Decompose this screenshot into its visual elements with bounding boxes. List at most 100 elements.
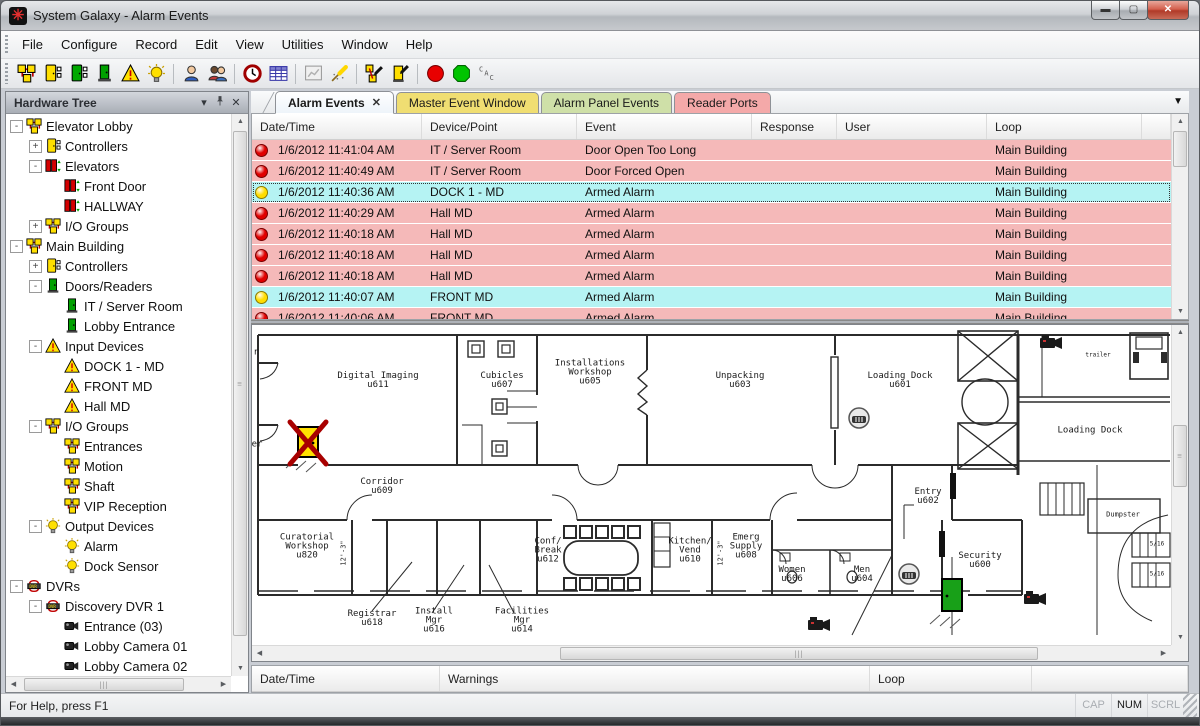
smoke-detector-icon[interactable] (849, 408, 869, 428)
collapse-toggle[interactable]: - (29, 280, 42, 293)
column-header-event[interactable]: Event (577, 114, 752, 139)
panel-menu-chevron-icon[interactable]: ▾ (196, 95, 212, 111)
event-row[interactable]: 1/6/2012 11:41:04 AMIT / Server RoomDoor… (252, 140, 1171, 161)
alarm-door-icon[interactable] (286, 422, 326, 472)
collapse-toggle[interactable]: - (29, 420, 42, 433)
column-header-date-time[interactable]: Date/Time (252, 114, 422, 139)
panel-close-icon[interactable]: ✕ (228, 95, 244, 111)
tree-item[interactable]: +Controllers (6, 136, 231, 156)
tree-item[interactable]: -Main Building (6, 236, 231, 256)
panel-pin-icon[interactable] (212, 95, 228, 111)
tree-item[interactable]: IT / Server Room (6, 296, 231, 316)
sweep-button[interactable] (326, 62, 352, 86)
loop-edit-button[interactable] (361, 62, 387, 86)
tree-item[interactable]: -Input Devices (6, 336, 231, 356)
truck-icon[interactable] (1130, 333, 1168, 379)
smoke-detector-icon[interactable] (899, 564, 919, 584)
tree-item[interactable]: -DVRDVRs (6, 576, 231, 596)
tree-scroll-thumb[interactable]: ≡ (233, 131, 247, 636)
tree-item[interactable]: +Controllers (6, 256, 231, 276)
menu-record[interactable]: Record (126, 33, 186, 56)
menu-window[interactable]: Window (333, 33, 397, 56)
floorplan-vertical-scrollbar[interactable]: ▲ ≡ ▼ (1171, 325, 1188, 645)
secure-door-icon[interactable] (930, 579, 962, 628)
tree-item[interactable]: Lobby Camera 01 (6, 636, 231, 656)
door-reader-button[interactable] (91, 62, 117, 86)
tree-item[interactable]: -Output Devices (6, 516, 231, 536)
alarm-start-green-button[interactable] (448, 62, 474, 86)
camera-icon[interactable] (1040, 335, 1062, 349)
camera-icon[interactable] (1024, 591, 1046, 605)
collapse-toggle[interactable]: - (10, 240, 23, 253)
event-row[interactable]: 1/6/2012 11:40:18 AMHall MDArmed AlarmMa… (252, 245, 1171, 266)
minimize-button[interactable]: ▬ (1091, 1, 1120, 20)
scroll-down-icon[interactable]: ▼ (1172, 630, 1189, 645)
column-header-response[interactable]: Response (752, 114, 837, 139)
event-row[interactable]: 1/6/2012 11:40:18 AMHall MDArmed AlarmMa… (252, 266, 1171, 287)
scroll-right-icon[interactable]: ▶ (1156, 646, 1171, 661)
alarm-stop-red-button[interactable] (422, 62, 448, 86)
controller-green-button[interactable] (65, 62, 91, 86)
tree-item[interactable]: DOCK 1 - MD (6, 356, 231, 376)
menu-file[interactable]: File (13, 33, 52, 56)
menu-configure[interactable]: Configure (52, 33, 126, 56)
event-row[interactable]: 1/6/2012 11:40:07 AMFRONT MDArmed AlarmM… (252, 287, 1171, 308)
scroll-left-icon[interactable]: ◀ (6, 677, 21, 692)
tab-list-dropdown-icon[interactable]: ▼ (1173, 96, 1183, 107)
scroll-up-icon[interactable]: ▲ (232, 114, 249, 129)
tree-item[interactable]: -Doors/Readers (6, 276, 231, 296)
cac-badge-button[interactable]: CAC (474, 62, 500, 86)
operators-button[interactable] (204, 62, 230, 86)
tree-item[interactable]: Lobby Entrance (6, 316, 231, 336)
tab-alarm-events[interactable]: Alarm Events✕ (275, 91, 394, 114)
menu-utilities[interactable]: Utilities (273, 33, 333, 56)
warnings-column-warnings[interactable]: Warnings (440, 666, 870, 691)
tab-close-icon[interactable]: ✕ (372, 96, 381, 109)
tree-item[interactable]: VIP Reception (6, 496, 231, 516)
tree-horizontal-scrollbar[interactable]: ◀ ||| ▶ (6, 676, 231, 692)
event-row[interactable]: 1/6/2012 11:40:18 AMHall MDArmed AlarmMa… (252, 224, 1171, 245)
tree-item[interactable]: Motion (6, 456, 231, 476)
report-disabled-button[interactable] (300, 62, 326, 86)
tree-item[interactable]: FRONT MD (6, 376, 231, 396)
tab-master-event-window[interactable]: Master Event Window (396, 92, 539, 113)
event-row[interactable]: 1/6/2012 11:40:29 AMHall MDArmed AlarmMa… (252, 203, 1171, 224)
column-header-loop[interactable]: Loop (987, 114, 1142, 139)
column-header-user[interactable]: User (837, 114, 987, 139)
scroll-up-icon[interactable]: ▲ (1172, 114, 1189, 129)
maximize-button[interactable]: ▢ (1119, 1, 1148, 20)
event-row[interactable]: 1/6/2012 11:40:06 AMFRONT MDArmed AlarmM… (252, 308, 1171, 319)
floorplan-view[interactable]: Digital Imaging u611Cubicles u607Install… (252, 325, 1171, 645)
scroll-down-icon[interactable]: ▼ (1172, 304, 1189, 319)
scroll-down-icon[interactable]: ▼ (232, 661, 249, 676)
collapse-toggle[interactable]: - (29, 340, 42, 353)
expand-toggle[interactable]: + (29, 220, 42, 233)
tree-item[interactable]: -Elevators (6, 156, 231, 176)
resize-grip[interactable] (1183, 694, 1197, 717)
expand-toggle[interactable]: + (29, 260, 42, 273)
title-bar[interactable]: ✳ System Galaxy - Alarm Events ▬ ▢ ✕ (1, 1, 1199, 31)
collapse-toggle[interactable]: - (29, 600, 42, 613)
event-row[interactable]: 1/6/2012 11:40:49 AMIT / Server RoomDoor… (252, 161, 1171, 182)
tab-alarm-panel-events[interactable]: Alarm Panel Events (541, 92, 672, 113)
tree-item[interactable]: Dock Sensor (6, 556, 231, 576)
tree-item[interactable]: Hall MD (6, 396, 231, 416)
schedule-clock-button[interactable] (239, 62, 265, 86)
warnings-column-loop[interactable]: Loop (870, 666, 1032, 691)
scroll-up-icon[interactable]: ▲ (1172, 325, 1189, 340)
tree-item[interactable]: Entrances (6, 436, 231, 456)
tree-hscroll-thumb[interactable]: ||| (24, 678, 184, 691)
operator-button[interactable] (178, 62, 204, 86)
scroll-right-icon[interactable]: ▶ (216, 677, 231, 692)
floorplan-vscroll-thumb[interactable]: ≡ (1173, 425, 1187, 487)
floorplan-horizontal-scrollbar[interactable]: ◀ ||| ▶ (252, 645, 1171, 661)
tree-item[interactable]: -Elevator Lobby (6, 116, 231, 136)
scroll-left-icon[interactable]: ◀ (252, 646, 267, 661)
loop-network-button[interactable] (13, 62, 39, 86)
collapse-toggle[interactable]: - (10, 120, 23, 133)
tree-vertical-scrollbar[interactable]: ▲ ≡ ▼ (231, 114, 248, 676)
close-button[interactable]: ✕ (1147, 1, 1189, 20)
menu-view[interactable]: View (227, 33, 273, 56)
door-edit-button[interactable] (387, 62, 413, 86)
menu-edit[interactable]: Edit (186, 33, 226, 56)
